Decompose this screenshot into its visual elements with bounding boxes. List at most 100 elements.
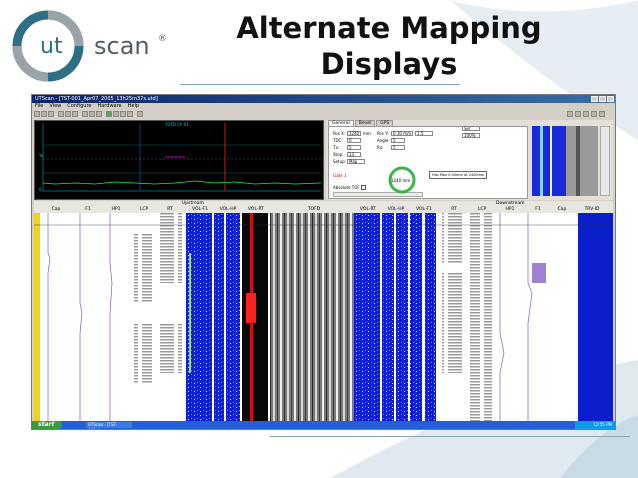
channel-label: VOL-F1 [191, 207, 209, 212]
pos-y-value[interactable]: 0.10 mm [391, 131, 413, 136]
pos-x-unit: mm [363, 131, 371, 136]
gate-label: Gate 1 [333, 173, 347, 178]
channel-label: HP1 [505, 207, 515, 212]
view5-icon[interactable] [599, 111, 605, 117]
ascan-plot: % 0 [39, 123, 322, 192]
absolute-tof-label: Absolute TOF [333, 185, 360, 190]
cut-icon[interactable] [58, 111, 64, 117]
logo-registered-mark: ® [158, 34, 167, 44]
logo-scan-text: scan [94, 32, 150, 60]
window-controls [591, 96, 614, 102]
angle-value[interactable]: 5 [391, 138, 405, 143]
gain-dropdown[interactable]: 100% [462, 133, 480, 138]
setup-label: Setup: [333, 159, 346, 164]
menu-file[interactable]: File [35, 103, 43, 110]
channel-label: F1 [535, 207, 541, 212]
channel-label: VOL-HP [219, 207, 237, 212]
open-icon[interactable] [34, 111, 40, 117]
acquire-icon[interactable] [106, 111, 112, 117]
scope-label: TOFD Ch 01 [165, 122, 189, 127]
taskbar-clock: 12:55 PM [575, 421, 615, 429]
start-button[interactable]: start [32, 421, 62, 429]
channel-label: F1 [85, 207, 91, 212]
title-divider [180, 84, 460, 85]
slide-title: Alternate Mapping Displays [224, 10, 554, 82]
utscan-window: UTScan - [TST-001_Apr07_2005_13h25m37s.u… [31, 94, 616, 430]
general-tab-content: Pos X: 1240 mm Pos Y: 0.10 mm 1.5 TDC: 0… [328, 126, 528, 199]
slide-title-line1: Alternate Mapping [236, 11, 542, 45]
info-box: Hits Max 0.00mm at 2400mm [429, 171, 487, 179]
absolute-tof-checkbox[interactable] [361, 185, 366, 190]
channel-headers: Upstream Downstream Cap F1 HP1 LCP RT VO… [34, 201, 613, 213]
view3-icon[interactable] [583, 111, 589, 117]
tdc-value[interactable]: 0 [347, 138, 361, 143]
help-icon[interactable] [137, 111, 143, 117]
channel-label: VOL-F1 [415, 207, 433, 212]
channel-label: LCP [477, 207, 487, 212]
view2-icon[interactable] [575, 111, 581, 117]
play-icon[interactable] [89, 111, 95, 117]
setup-value[interactable]: Map [347, 159, 365, 164]
undo-icon[interactable] [113, 111, 119, 117]
window-title: UTScan - [TST-001_Apr07_2005_13h25m37s.u… [35, 96, 158, 102]
taskbar: start UTScan - [TST-001_A... 12:55 PM [32, 421, 615, 429]
rx-value[interactable]: 5 [391, 145, 405, 150]
taskbar-item-utscan[interactable]: UTScan - [TST-001_A... [86, 422, 132, 429]
bottom-divider [270, 436, 630, 437]
settings-panel: General Bevel GPS Pos X: 1240 mm Pos Y: … [326, 120, 613, 200]
strip-chart-area[interactable] [34, 213, 613, 421]
channel-dropdown[interactable]: Sel [462, 126, 480, 131]
menu-view[interactable]: View [49, 103, 61, 110]
stop-icon[interactable] [96, 111, 102, 117]
view4-icon[interactable] [591, 111, 597, 117]
step-value[interactable]: 13 [347, 152, 361, 157]
preview-scrollbar[interactable] [600, 126, 610, 196]
channel-label: VOL-HP [387, 207, 405, 212]
step-label: Step: [333, 152, 344, 157]
menu-bar: File View Configure Hardware Help [32, 103, 615, 110]
channel-label: VOL-RT [247, 207, 265, 212]
logo-ut-text: ut [40, 34, 63, 59]
maximize-button[interactable] [599, 96, 606, 102]
pos-y-extra[interactable]: 1.5 [415, 131, 433, 136]
window-titlebar[interactable]: UTScan - [TST-001_Apr07_2005_13h25m37s.u… [32, 95, 615, 103]
ascan-scope[interactable]: % 0 TOFD Ch 01 [34, 120, 324, 200]
copy-icon[interactable] [65, 111, 71, 117]
settings-icon[interactable] [127, 111, 133, 117]
svg-text:0: 0 [39, 187, 42, 192]
close-button[interactable] [607, 96, 614, 102]
toolbar [32, 110, 615, 118]
position-ruler [34, 213, 40, 421]
zoom-icon[interactable] [82, 111, 88, 117]
channel-label: VOL-RT [359, 207, 377, 212]
channel-label: LCP [139, 207, 149, 212]
dial-value: 1240 mm [391, 178, 411, 183]
channel-label: Cap [557, 207, 567, 212]
minimize-button[interactable] [591, 96, 598, 102]
svg-text:%: % [39, 153, 43, 158]
pos-y-label: Pos Y: [377, 131, 389, 136]
channel-label: TRV-ID [584, 207, 600, 212]
angle-label: Angle: [377, 138, 390, 143]
menu-help[interactable]: Help [128, 103, 139, 110]
redo-icon[interactable] [120, 111, 126, 117]
tx-label: Tx: [333, 145, 340, 150]
channel-label: RT [451, 207, 457, 212]
rx-label: Rx: [377, 145, 384, 150]
mini-bscan-preview [532, 126, 598, 196]
print-icon[interactable] [48, 111, 54, 117]
tx-value[interactable]: 5 [347, 145, 361, 150]
pos-x-label: Pos X: [333, 131, 346, 136]
slide-title-line2: Displays [320, 47, 458, 81]
channel-label: TOFD [307, 207, 321, 212]
channel-label: Cap [51, 207, 61, 212]
view1-icon[interactable] [567, 111, 573, 117]
channel-label: RT [167, 207, 173, 212]
paste-icon[interactable] [72, 111, 78, 117]
pos-x-value[interactable]: 1240 [347, 131, 361, 136]
channel-label: HP1 [111, 207, 121, 212]
menu-hardware[interactable]: Hardware [97, 103, 121, 110]
save-icon[interactable] [41, 111, 47, 117]
utscan-logo: ut scan ® [12, 10, 182, 82]
menu-configure[interactable]: Configure [67, 103, 91, 110]
